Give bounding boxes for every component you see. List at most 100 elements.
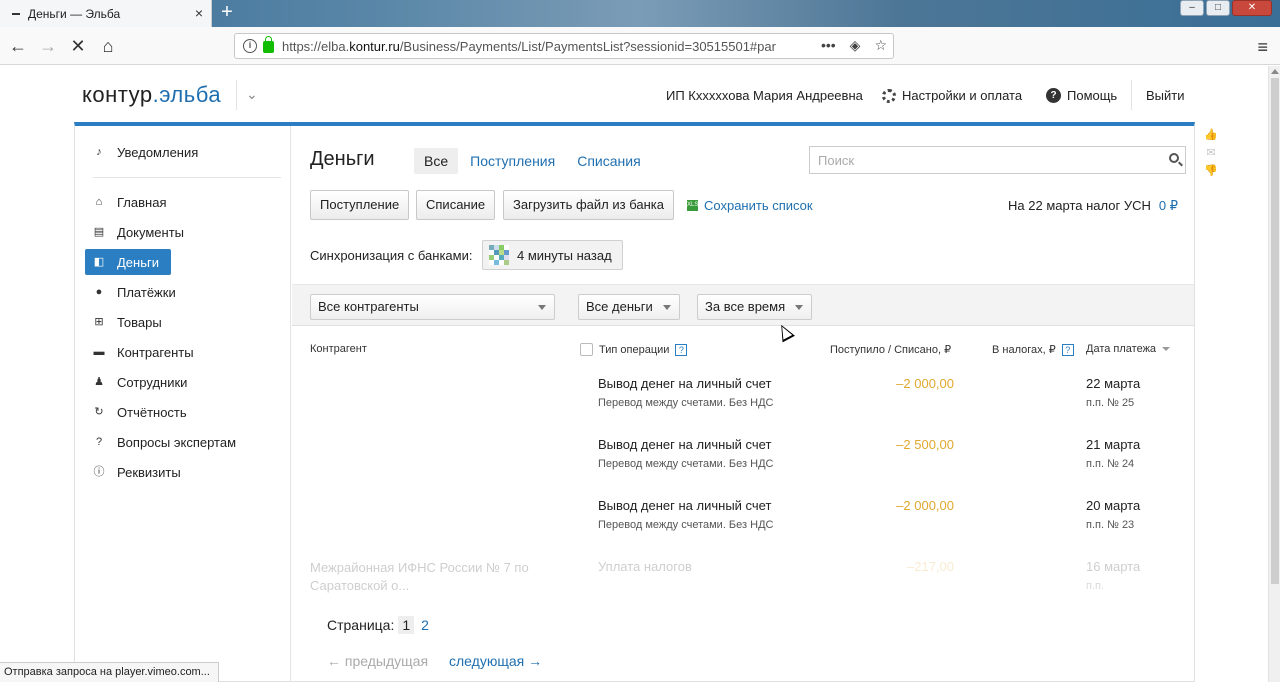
scroll-up-arrow-icon[interactable] [1271, 69, 1279, 74]
sidebar: ♪ Уведомления ⌂ Главная ▤ Документы ◧ Деньги ●… [75, 126, 291, 682]
sidebar-item-label: Деньги [117, 254, 159, 270]
help-icon[interactable]: ? [1061, 343, 1074, 356]
like-icon[interactable]: 👍 [1203, 128, 1219, 142]
search-input[interactable]: Поиск [809, 146, 1186, 174]
sidebar-item-requisites[interactable]: ⓘ Реквизиты [85, 459, 181, 485]
help-icon[interactable]: ? [675, 343, 688, 356]
row-amount: –217,00 [907, 559, 954, 574]
select-all-checkbox[interactable] [580, 343, 593, 356]
pocket-icon[interactable]: ◈ [850, 37, 861, 54]
tab-title: Деньги — Эльба [28, 6, 121, 21]
search-icon[interactable] [1169, 153, 1179, 163]
column-header-amount: Поступило / Списано, ₽ [830, 343, 951, 356]
add-expense-button[interactable]: Списание [416, 190, 496, 220]
bank-sync-button[interactable]: 4 минуты назад [482, 240, 623, 270]
add-income-button[interactable]: Поступление [310, 190, 410, 220]
settings-link[interactable]: Настройки и оплата [882, 88, 1022, 103]
sidebar-item-cart[interactable]: ⊞ Товары [85, 309, 162, 335]
column-header-date[interactable]: Дата платежа [1086, 343, 1171, 355]
sidebar-item-label: Товары [117, 314, 162, 330]
maximize-button[interactable]: □ [1206, 0, 1230, 16]
counterparty-filter-value: Все контрагенты [318, 299, 419, 314]
sidebar-item-label: Реквизиты [117, 464, 181, 480]
excel-icon: XLS [687, 200, 698, 211]
table-row[interactable]: Вывод денег на личный счет Перевод между … [292, 376, 1194, 437]
page-scrollbar[interactable] [1268, 66, 1280, 682]
window-close-button[interactable]: ✕ [1232, 0, 1272, 16]
site-info-icon[interactable]: i [243, 39, 257, 53]
minimize-button[interactable]: – [1180, 0, 1204, 16]
chevron-down-icon [662, 305, 671, 310]
logo-dropdown-chevron-icon[interactable]: ⌄ [246, 86, 258, 103]
pagination-label: Страница: [327, 617, 395, 633]
sidebar-item-notifications[interactable]: ♪ Уведомления [85, 139, 198, 165]
page-2-link[interactable]: 2 [418, 616, 432, 634]
scrollbar-thumb[interactable] [1271, 78, 1279, 584]
new-tab-button[interactable]: + [216, 1, 238, 25]
table-row[interactable]: Межрайонная ИФНС России № 7 по Саратовск… [292, 559, 1194, 620]
column-label: В налогах, ₽ [992, 344, 1056, 356]
browser-tab[interactable]: Деньги — Эльба × [0, 0, 212, 27]
sidebar-item-document[interactable]: ▤ Документы [85, 219, 184, 245]
row-date: 20 марта [1086, 498, 1141, 513]
money-filter-select[interactable]: Все деньги [578, 294, 680, 320]
stop-button[interactable]: ✕ [66, 34, 90, 58]
save-list-link[interactable]: XLS Сохранить список [687, 198, 813, 213]
browser-navbar: ← → ✕ ⌂ i https://elba.kontur.ru/Busines… [0, 27, 1280, 65]
sidebar-item-report[interactable]: ↻ Отчётность [85, 399, 187, 425]
header-divider [1131, 80, 1132, 110]
mail-icon[interactable]: ✉ [1203, 146, 1219, 160]
row-operation: Вывод денег на личный счет [598, 498, 772, 513]
sidebar-item-home[interactable]: ⌂ Главная [85, 189, 167, 215]
report-icon: ↻ [94, 406, 104, 418]
counterparty-filter-select[interactable]: Все контрагенты [310, 294, 555, 320]
tab-close-icon[interactable]: × [195, 5, 203, 21]
money-content: Деньги Все Поступления Списания Поиск По… [292, 126, 1194, 682]
sidebar-item-label: Контрагенты [117, 344, 194, 360]
sidebar-item-payment[interactable]: ● Платёжки [85, 279, 176, 305]
forward-button[interactable]: → [36, 34, 60, 58]
sidebar-item-money[interactable]: ◧ Деньги [85, 249, 171, 275]
row-payment-number: п.п. № 25 [1086, 397, 1135, 409]
sidebar-item-person[interactable]: ♟ Сотрудники [85, 369, 187, 395]
feedback-widget: 👍 ✉ 👎 [1203, 128, 1221, 178]
prev-page-link[interactable]: ← предыдущая [327, 653, 428, 669]
address-bar[interactable]: i https://elba.kontur.ru/Business/Paymen… [234, 33, 894, 59]
sidebar-item-label: Уведомления [117, 144, 199, 160]
row-payment-number: п.п. [1086, 580, 1105, 592]
kontur-elba-logo[interactable]: контур.эльба [82, 82, 221, 108]
tab-all[interactable]: Все [414, 148, 459, 174]
column-header-op-type: Тип операции ? [580, 343, 688, 356]
next-page-link[interactable]: следующая → [449, 653, 542, 669]
bookmark-star-icon[interactable]: ☆ [874, 37, 887, 54]
table-row[interactable]: Вывод денег на личный счет Перевод между … [292, 498, 1194, 559]
home-button[interactable]: ⌂ [96, 34, 120, 58]
page-1-link[interactable]: 1 [398, 616, 415, 634]
sidebar-item-label: Отчётность [117, 404, 187, 420]
row-payment-number: п.п. № 23 [1086, 519, 1135, 531]
column-label: Контрагент [310, 343, 367, 355]
period-filter-select[interactable]: За все время [697, 294, 813, 320]
logout-link[interactable]: Выйти [1146, 88, 1185, 103]
page-actions-icon[interactable]: ••• [821, 37, 836, 54]
row-operation: Вывод денег на личный счет [598, 437, 772, 452]
tab-expense[interactable]: Списания [567, 148, 650, 174]
row-operation: Вывод денег на личный счет [598, 376, 772, 391]
cart-icon: ⊞ [94, 316, 104, 328]
help-link[interactable]: ? Помощь [1046, 88, 1117, 103]
tab-income[interactable]: Поступления [460, 148, 565, 174]
requisites-icon: ⓘ [93, 466, 105, 478]
hamburger-menu-icon[interactable]: ≡ [1257, 37, 1268, 58]
url-text[interactable]: https://elba.kontur.ru/Business/Payments… [282, 39, 792, 54]
table-row[interactable]: Вывод денег на личный счет Перевод между … [292, 437, 1194, 498]
upload-bank-file-button[interactable]: Загрузить файл из банка [503, 190, 674, 220]
tax-value-link[interactable]: 0 ₽ [1159, 198, 1178, 213]
user-name-link[interactable]: ИП Кхххххова Мария Андреевна [666, 88, 863, 103]
lock-icon [263, 36, 274, 53]
sidebar-item-question[interactable]: ? Вопросы экспертам [85, 429, 236, 455]
sidebar-item-briefcase[interactable]: ▬ Контрагенты [85, 339, 194, 365]
window-titlebar: Деньги — Эльба × + – □ ✕ [0, 0, 1280, 27]
column-header-counterparty[interactable]: Контрагент [310, 343, 367, 355]
back-button[interactable]: ← [6, 34, 30, 58]
dislike-icon[interactable]: 👎 [1203, 164, 1219, 178]
